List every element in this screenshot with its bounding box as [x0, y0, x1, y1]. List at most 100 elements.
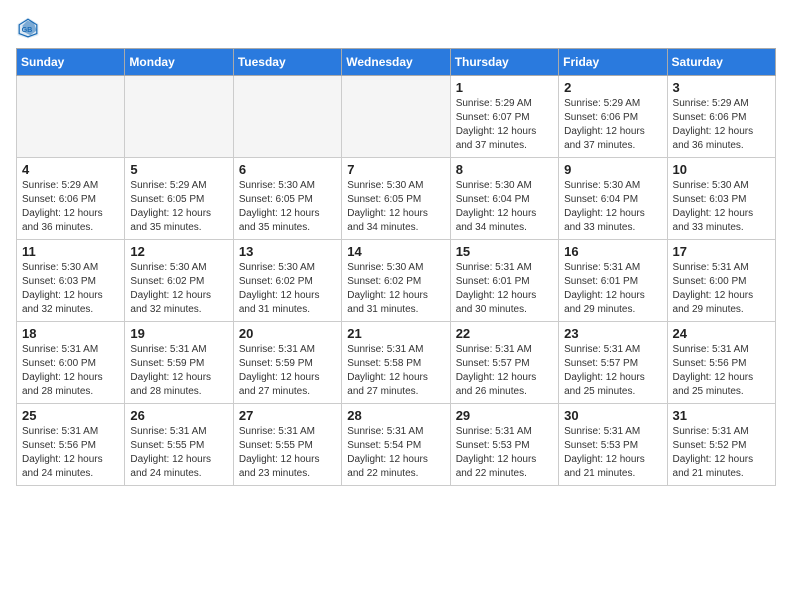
- calendar-cell: 8Sunrise: 5:30 AM Sunset: 6:04 PM Daylig…: [450, 158, 558, 240]
- svg-text:GB: GB: [22, 25, 33, 34]
- calendar-cell: 13Sunrise: 5:30 AM Sunset: 6:02 PM Dayli…: [233, 240, 341, 322]
- day-info: Sunrise: 5:31 AM Sunset: 5:56 PM Dayligh…: [22, 425, 119, 481]
- calendar-cell: 26 Sunrise: 5:31 AM Sunset: 5:55 PM Dayli…: [125, 404, 233, 486]
- day-info: Sunrise: 5:30 AM Sunset: 6:02 PM Dayligh…: [239, 261, 336, 317]
- day-number: 24: [673, 326, 770, 341]
- calendar-cell: 5Sunrise: 5:29 AM Sunset: 6:05 PM Daylig…: [125, 158, 233, 240]
- weekday-header: Friday: [559, 49, 667, 76]
- calendar-cell: 9 Sunrise: 5:30 AM Sunset: 6:04 PM Daylig…: [559, 158, 667, 240]
- day-info: Sunrise: 5:31 AM Sunset: 5:59 PM Dayligh…: [239, 343, 336, 399]
- day-info: Sunrise: 5:31 AM Sunset: 5:59 PM Dayligh…: [130, 343, 227, 399]
- calendar-cell: 24 Sunrise: 5:31 AM Sunset: 5:56 PM Dayli…: [667, 322, 775, 404]
- day-info: Sunrise: 5:31 AM Sunset: 5:55 PM Dayligh…: [130, 425, 227, 481]
- calendar-cell: 21 Sunrise: 5:31 AM Sunset: 5:58 PM Dayli…: [342, 322, 450, 404]
- day-number: 23: [564, 326, 661, 341]
- calendar-cell: [342, 76, 450, 158]
- day-number: 6: [239, 162, 336, 177]
- day-number: 9: [564, 162, 661, 177]
- day-number: 31: [673, 408, 770, 423]
- day-number: 17: [673, 244, 770, 259]
- calendar-cell: 6 Sunrise: 5:30 AM Sunset: 6:05 PM Daylig…: [233, 158, 341, 240]
- day-number: 20: [239, 326, 336, 341]
- calendar-week-row: 1Sunrise: 5:29 AM Sunset: 6:07 PM Daylig…: [17, 76, 776, 158]
- day-info: Sunrise: 5:31 AM Sunset: 6:01 PM Dayligh…: [456, 261, 553, 317]
- day-number: 5: [130, 162, 227, 177]
- day-info: Sunrise: 5:31 AM Sunset: 5:56 PM Dayligh…: [673, 343, 770, 399]
- calendar-cell: 18Sunrise: 5:31 AM Sunset: 6:00 PM Dayli…: [17, 322, 125, 404]
- day-info: Sunrise: 5:30 AM Sunset: 6:05 PM Dayligh…: [347, 179, 444, 235]
- day-number: 22: [456, 326, 553, 341]
- day-number: 11: [22, 244, 119, 259]
- day-number: 14: [347, 244, 444, 259]
- day-info: Sunrise: 5:30 AM Sunset: 6:04 PM Dayligh…: [456, 179, 553, 235]
- day-number: 29: [456, 408, 553, 423]
- calendar-cell: 29Sunrise: 5:31 AM Sunset: 5:53 PM Dayli…: [450, 404, 558, 486]
- day-number: 12: [130, 244, 227, 259]
- day-info: Sunrise: 5:31 AM Sunset: 6:00 PM Dayligh…: [673, 261, 770, 317]
- weekday-header: Wednesday: [342, 49, 450, 76]
- day-info: Sunrise: 5:30 AM Sunset: 6:03 PM Dayligh…: [22, 261, 119, 317]
- calendar-cell: 7Sunrise: 5:30 AM Sunset: 6:05 PM Daylig…: [342, 158, 450, 240]
- calendar-cell: 14 Sunrise: 5:30 AM Sunset: 6:02 PM Dayli…: [342, 240, 450, 322]
- weekday-header: Thursday: [450, 49, 558, 76]
- calendar-cell: 15 Sunrise: 5:31 AM Sunset: 6:01 PM Dayli…: [450, 240, 558, 322]
- calendar-cell: 12Sunrise: 5:30 AM Sunset: 6:02 PM Dayli…: [125, 240, 233, 322]
- day-number: 4: [22, 162, 119, 177]
- calendar-cell: 10 Sunrise: 5:30 AM Sunset: 6:03 PM Dayli…: [667, 158, 775, 240]
- day-info: Sunrise: 5:31 AM Sunset: 5:54 PM Dayligh…: [347, 425, 444, 481]
- day-number: 1: [456, 80, 553, 95]
- day-info: Sunrise: 5:31 AM Sunset: 5:53 PM Dayligh…: [564, 425, 661, 481]
- day-info: Sunrise: 5:29 AM Sunset: 6:06 PM Dayligh…: [673, 97, 770, 153]
- calendar-cell: 16 Sunrise: 5:31 AM Sunset: 6:01 PM Dayli…: [559, 240, 667, 322]
- day-info: Sunrise: 5:31 AM Sunset: 5:52 PM Dayligh…: [673, 425, 770, 481]
- page-header: GB: [16, 16, 776, 40]
- day-info: Sunrise: 5:31 AM Sunset: 6:00 PM Dayligh…: [22, 343, 119, 399]
- day-number: 26: [130, 408, 227, 423]
- calendar-cell: 2 Sunrise: 5:29 AM Sunset: 6:06 PM Daylig…: [559, 76, 667, 158]
- logo-icon: GB: [16, 16, 40, 40]
- calendar-cell: 3 Sunrise: 5:29 AM Sunset: 6:06 PM Daylig…: [667, 76, 775, 158]
- day-number: 21: [347, 326, 444, 341]
- day-info: Sunrise: 5:31 AM Sunset: 5:57 PM Dayligh…: [456, 343, 553, 399]
- day-number: 15: [456, 244, 553, 259]
- calendar-cell: 25Sunrise: 5:31 AM Sunset: 5:56 PM Dayli…: [17, 404, 125, 486]
- calendar-week-row: 18Sunrise: 5:31 AM Sunset: 6:00 PM Dayli…: [17, 322, 776, 404]
- calendar-cell: [125, 76, 233, 158]
- calendar-cell: 11 Sunrise: 5:30 AM Sunset: 6:03 PM Dayli…: [17, 240, 125, 322]
- weekday-header: Monday: [125, 49, 233, 76]
- day-info: Sunrise: 5:31 AM Sunset: 5:58 PM Dayligh…: [347, 343, 444, 399]
- calendar-week-row: 25Sunrise: 5:31 AM Sunset: 5:56 PM Dayli…: [17, 404, 776, 486]
- day-info: Sunrise: 5:30 AM Sunset: 6:02 PM Dayligh…: [347, 261, 444, 317]
- day-number: 10: [673, 162, 770, 177]
- calendar-cell: 1Sunrise: 5:29 AM Sunset: 6:07 PM Daylig…: [450, 76, 558, 158]
- weekday-header: Tuesday: [233, 49, 341, 76]
- calendar-table: SundayMondayTuesdayWednesdayThursdayFrid…: [16, 48, 776, 486]
- calendar-cell: 31 Sunrise: 5:31 AM Sunset: 5:52 PM Dayli…: [667, 404, 775, 486]
- calendar-cell: 27 Sunrise: 5:31 AM Sunset: 5:55 PM Dayli…: [233, 404, 341, 486]
- weekday-header: Sunday: [17, 49, 125, 76]
- day-info: Sunrise: 5:31 AM Sunset: 5:55 PM Dayligh…: [239, 425, 336, 481]
- day-info: Sunrise: 5:30 AM Sunset: 6:03 PM Dayligh…: [673, 179, 770, 235]
- calendar-header-row: SundayMondayTuesdayWednesdayThursdayFrid…: [17, 49, 776, 76]
- day-number: 30: [564, 408, 661, 423]
- day-info: Sunrise: 5:30 AM Sunset: 6:04 PM Dayligh…: [564, 179, 661, 235]
- logo: GB: [16, 16, 44, 40]
- day-number: 27: [239, 408, 336, 423]
- day-number: 3: [673, 80, 770, 95]
- calendar-cell: 22 Sunrise: 5:31 AM Sunset: 5:57 PM Dayli…: [450, 322, 558, 404]
- day-number: 2: [564, 80, 661, 95]
- day-info: Sunrise: 5:31 AM Sunset: 6:01 PM Dayligh…: [564, 261, 661, 317]
- calendar-week-row: 4 Sunrise: 5:29 AM Sunset: 6:06 PM Daylig…: [17, 158, 776, 240]
- calendar-cell: [17, 76, 125, 158]
- calendar-cell: 17 Sunrise: 5:31 AM Sunset: 6:00 PM Dayli…: [667, 240, 775, 322]
- day-number: 19: [130, 326, 227, 341]
- day-info: Sunrise: 5:31 AM Sunset: 5:57 PM Dayligh…: [564, 343, 661, 399]
- day-number: 16: [564, 244, 661, 259]
- day-info: Sunrise: 5:30 AM Sunset: 6:05 PM Dayligh…: [239, 179, 336, 235]
- day-info: Sunrise: 5:29 AM Sunset: 6:06 PM Dayligh…: [564, 97, 661, 153]
- calendar-cell: 20 Sunrise: 5:31 AM Sunset: 5:59 PM Dayli…: [233, 322, 341, 404]
- day-number: 28: [347, 408, 444, 423]
- day-info: Sunrise: 5:29 AM Sunset: 6:06 PM Dayligh…: [22, 179, 119, 235]
- calendar-cell: 23 Sunrise: 5:31 AM Sunset: 5:57 PM Dayli…: [559, 322, 667, 404]
- calendar-cell: 28 Sunrise: 5:31 AM Sunset: 5:54 PM Dayli…: [342, 404, 450, 486]
